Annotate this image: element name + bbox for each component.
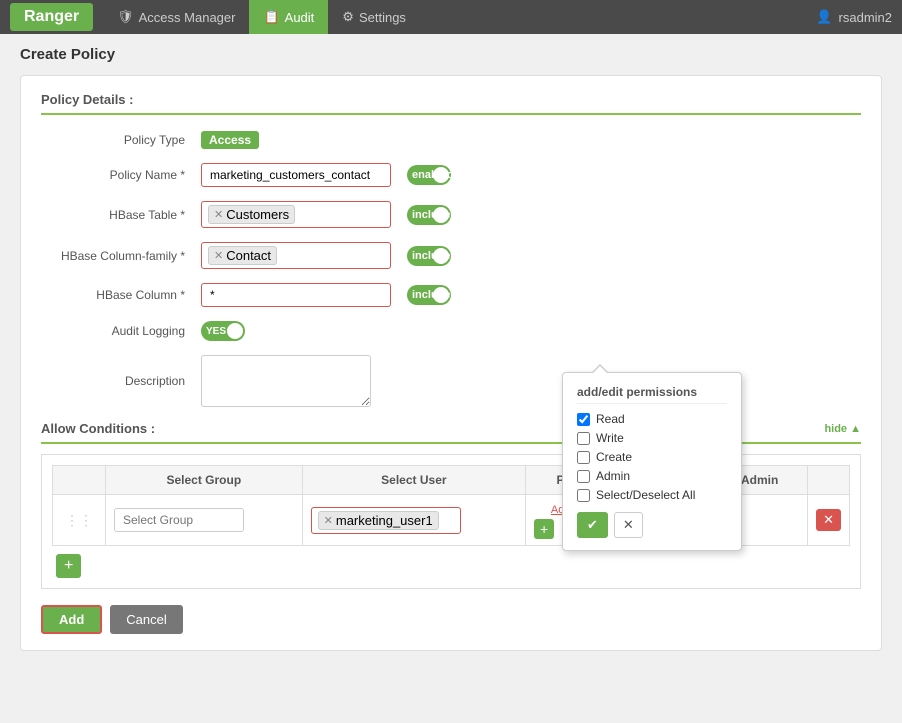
nav-audit[interactable]: 📋 Audit: [249, 0, 328, 34]
hbase-table-toggle-wrap: include: [407, 205, 451, 225]
toggle-knob: [227, 323, 243, 339]
toggle-knob: [433, 248, 449, 264]
cancel-button[interactable]: Cancel: [110, 605, 182, 634]
hbase-col-row: HBase Column * include: [41, 283, 861, 307]
hbase-table-toggle[interactable]: include: [407, 205, 451, 225]
popup-title: add/edit permissions: [577, 385, 727, 404]
select-user-input[interactable]: ✕ marketing_user1: [311, 507, 461, 534]
admin-label: Admin: [596, 469, 630, 483]
hbase-table-input[interactable]: ✕ Customers: [201, 201, 391, 228]
popup-item-write: Write: [577, 431, 727, 445]
delete-cell: ✕: [808, 495, 850, 546]
nav-access-manager[interactable]: 🛡 Access Manager: [103, 0, 249, 34]
policy-card: Policy Details : Policy Type Access Poli…: [20, 75, 882, 651]
policy-name-toggle[interactable]: enabled: [407, 165, 451, 185]
user-icon: 👤: [816, 9, 832, 25]
select-group-input[interactable]: [114, 508, 244, 532]
permissions-popup: add/edit permissions Read Write Create A…: [562, 372, 742, 551]
popup-item-read: Read: [577, 412, 727, 426]
description-input[interactable]: [201, 355, 371, 407]
popup-item-create: Create: [577, 450, 727, 464]
hbase-cf-toggle[interactable]: include: [407, 246, 451, 266]
col-select-user: Select User: [302, 466, 525, 495]
policy-name-toggle-wrap: enabled: [407, 165, 451, 185]
hbase-col-toggle-wrap: include: [407, 285, 451, 305]
popup-cancel-button[interactable]: ✕: [614, 512, 643, 538]
popup-ok-button[interactable]: ✔: [577, 512, 608, 538]
audit-logging-label: Audit Logging: [41, 324, 201, 338]
policy-type-label: Policy Type: [41, 133, 201, 147]
audit-icon: 📋: [263, 9, 279, 25]
user-info: 👤 rsadmin2: [816, 9, 892, 25]
select-group-cell: [106, 495, 303, 546]
col-action: [808, 466, 850, 495]
add-button[interactable]: Add: [41, 605, 102, 634]
audit-toggle[interactable]: YES: [201, 321, 245, 341]
toggle-knob: [433, 287, 449, 303]
policy-name-input[interactable]: [201, 163, 391, 187]
policy-name-row: Policy Name * enabled: [41, 163, 861, 187]
page-title: Create Policy: [20, 46, 882, 63]
hbase-table-tag: ✕ Customers: [208, 205, 295, 224]
hbase-col-label: HBase Column *: [41, 288, 201, 302]
nav-settings[interactable]: ⚙ Settings: [328, 0, 420, 34]
popup-buttons: ✔ ✕: [577, 512, 727, 538]
hbase-cf-toggle-wrap: include: [407, 246, 451, 266]
drag-handle-icon[interactable]: ⋮⋮: [61, 512, 97, 528]
policy-name-label: Policy Name *: [41, 168, 201, 182]
hbase-cf-row: HBase Column-family * ✕ Contact include: [41, 242, 861, 269]
navbar: Ranger 🛡 Access Manager 📋 Audit ⚙ Settin…: [0, 0, 902, 34]
shield-icon: 🛡: [117, 9, 134, 25]
popup-item-admin: Admin: [577, 469, 727, 483]
brand-logo: Ranger: [10, 3, 93, 31]
read-checkbox[interactable]: [577, 413, 590, 426]
tag-remove-icon[interactable]: ✕: [214, 249, 223, 262]
hbase-col-input[interactable]: [201, 283, 391, 307]
hbase-cf-input[interactable]: ✕ Contact: [201, 242, 391, 269]
select-deselect-label: Select/Deselect All: [596, 488, 695, 502]
hbase-table-row: HBase Table * ✕ Customers include: [41, 201, 861, 228]
tag-remove-icon[interactable]: ✕: [324, 514, 333, 527]
create-label: Create: [596, 450, 632, 464]
hbase-cf-label: HBase Column-family *: [41, 249, 201, 263]
delete-row-button[interactable]: ✕: [816, 509, 841, 531]
read-label: Read: [596, 412, 625, 426]
footer-buttons: Add Cancel: [41, 605, 861, 634]
write-checkbox[interactable]: [577, 432, 590, 445]
drag-handle-cell: ⋮⋮: [53, 495, 106, 546]
popup-item-select-deselect: Select/Deselect All: [577, 488, 727, 502]
description-label: Description: [41, 374, 201, 388]
col-drag: [53, 466, 106, 495]
policy-details-title: Policy Details :: [41, 92, 861, 115]
audit-logging-row: Audit Logging YES: [41, 321, 861, 341]
toggle-knob: [433, 167, 449, 183]
popup-tail-inner: [593, 366, 607, 373]
add-row-button[interactable]: +: [56, 554, 81, 578]
hide-link[interactable]: hide ▲: [824, 423, 861, 435]
hbase-col-toggle[interactable]: include: [407, 285, 451, 305]
admin-checkbox[interactable]: [577, 470, 590, 483]
tag-remove-icon[interactable]: ✕: [214, 208, 223, 221]
create-checkbox[interactable]: [577, 451, 590, 464]
hbase-table-label: HBase Table *: [41, 208, 201, 222]
page-content: Create Policy Policy Details : Policy Ty…: [0, 34, 902, 663]
user-tag: ✕ marketing_user1: [318, 511, 439, 530]
select-user-cell: ✕ marketing_user1: [302, 495, 525, 546]
hbase-cf-tag: ✕ Contact: [208, 246, 277, 265]
audit-toggle-wrap: YES: [201, 321, 245, 341]
col-select-group: Select Group: [106, 466, 303, 495]
write-label: Write: [596, 431, 624, 445]
gear-icon: ⚙: [342, 9, 354, 25]
popup-content: add/edit permissions Read Write Create A…: [562, 372, 742, 551]
toggle-knob: [433, 207, 449, 223]
policy-type-row: Policy Type Access: [41, 131, 861, 149]
add-permissions-button[interactable]: +: [534, 519, 554, 539]
select-deselect-checkbox[interactable]: [577, 489, 590, 502]
policy-type-badge: Access: [201, 131, 259, 149]
